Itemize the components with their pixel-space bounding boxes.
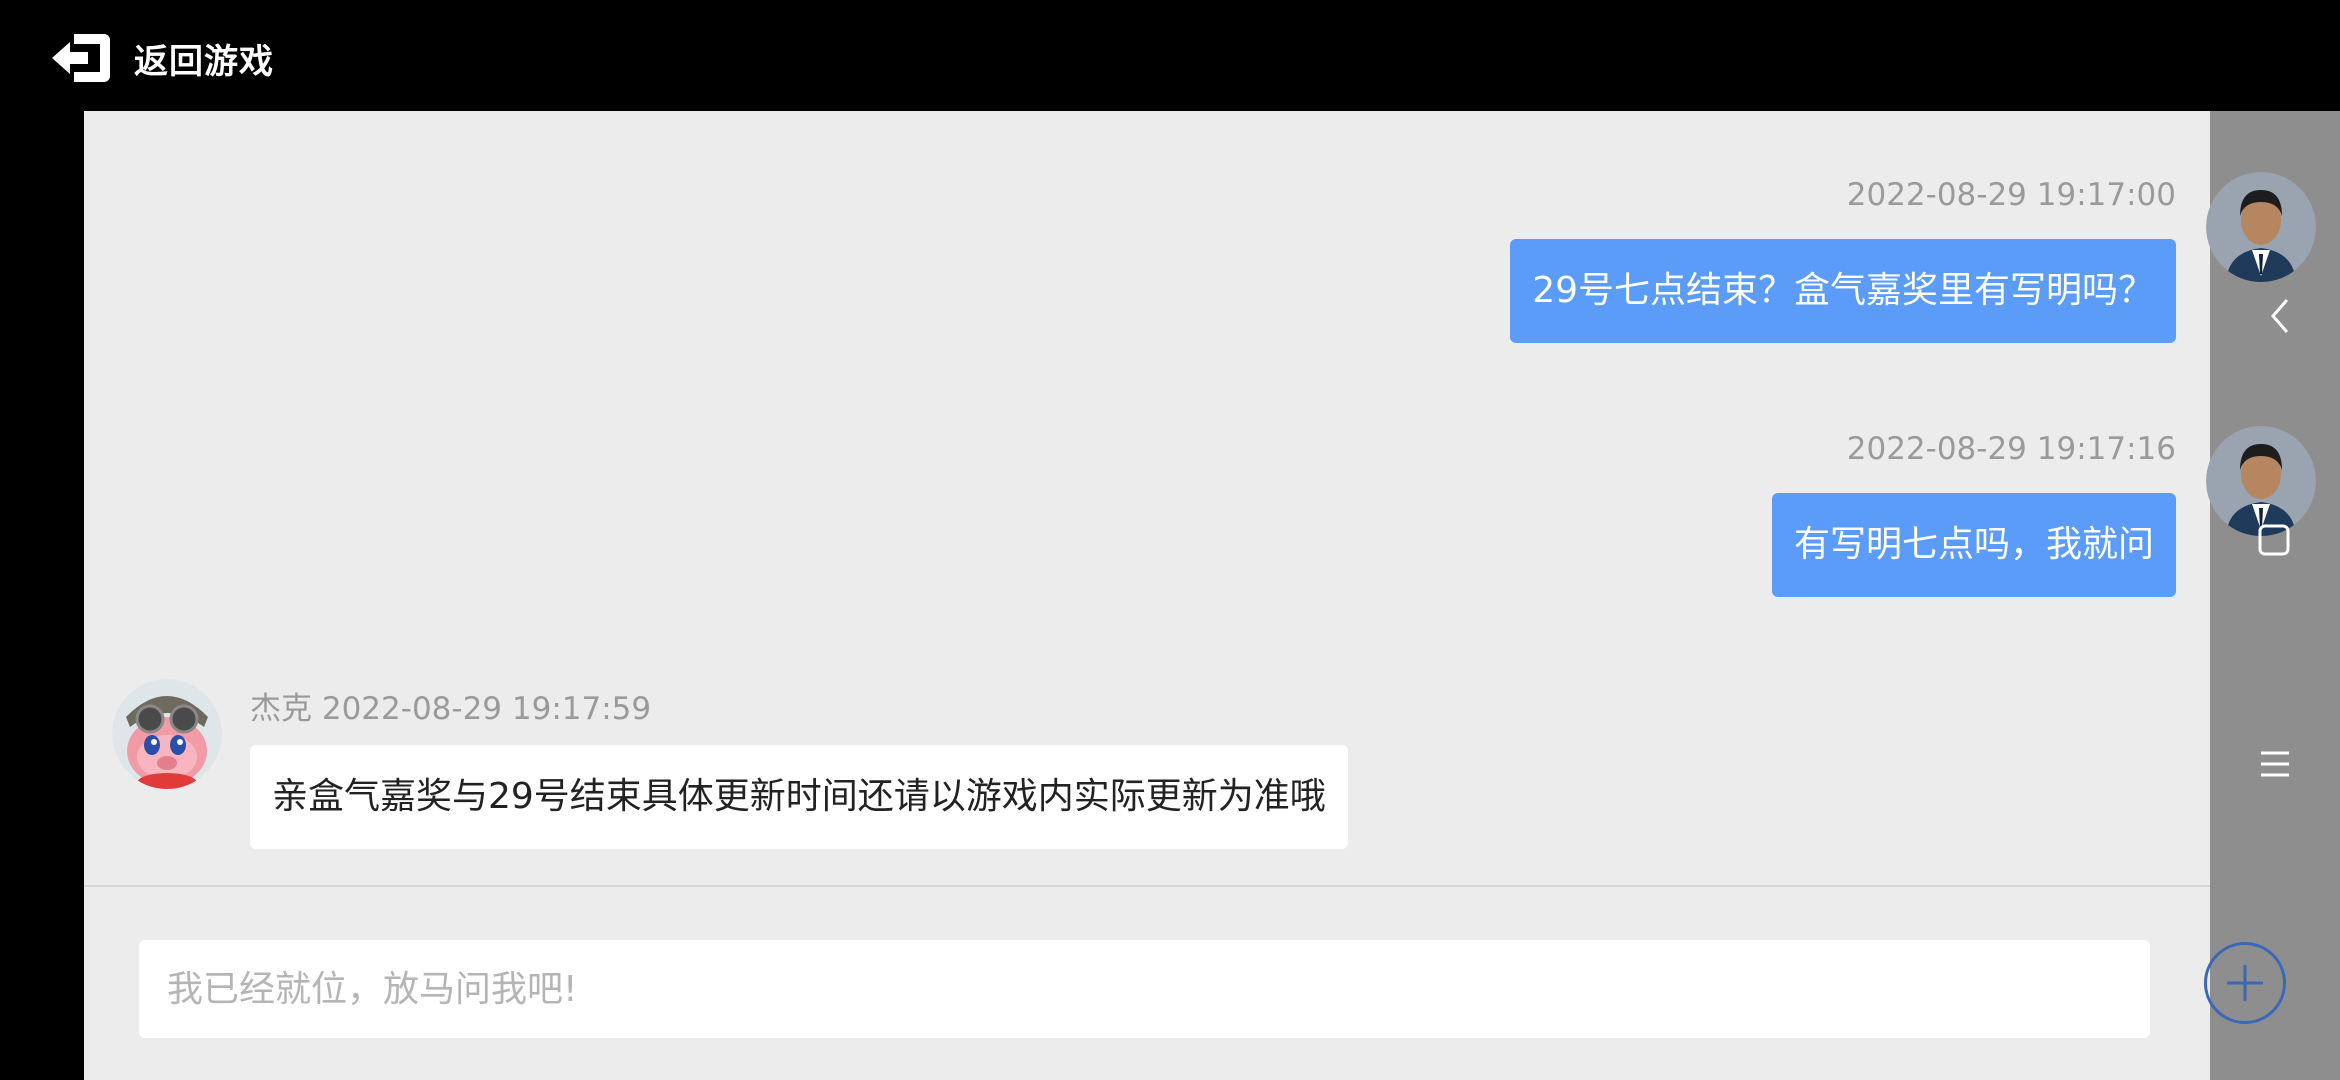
agent-message-bubble[interactable]: 亲盒气嘉奖与29号结束具体更新时间还请以游戏内实际更新为准哦 xyxy=(250,745,1348,849)
my-message-bubble[interactable]: 29号七点结束？盒气嘉奖里有写明吗？ xyxy=(1510,239,2176,343)
nav-menu-button[interactable] xyxy=(2245,734,2305,794)
nav-home-button[interactable] xyxy=(2244,510,2304,570)
my-avatar[interactable] xyxy=(2206,172,2316,282)
square-icon xyxy=(2258,524,2290,556)
message-input[interactable] xyxy=(139,940,2150,1038)
plus-circle-icon xyxy=(2227,965,2263,1001)
hamburger-menu-icon xyxy=(2261,751,2289,777)
agent-name-timestamp: 杰克 2022-08-29 19:17:59 xyxy=(250,683,651,728)
input-bar xyxy=(84,887,2210,1080)
agent-name: 杰克 xyxy=(250,691,312,727)
exit-arrow-icon xyxy=(52,34,110,82)
chevron-left-icon xyxy=(2271,299,2289,333)
message-timestamp: 2022-08-29 19:17:16 xyxy=(1846,431,2176,467)
back-to-game-button[interactable]: 返回游戏 xyxy=(48,28,274,88)
add-attachment-button[interactable] xyxy=(2204,942,2286,1024)
agent-avatar[interactable] xyxy=(112,679,222,789)
nav-back-button[interactable] xyxy=(2250,286,2310,346)
message-timestamp: 2022-08-29 19:17:00 xyxy=(1846,177,2176,213)
message-timestamp: 2022-08-29 19:17:59 xyxy=(321,691,652,727)
my-message-bubble[interactable]: 有写明七点吗，我就问 xyxy=(1771,493,2176,597)
top-bar: 返回游戏 xyxy=(0,0,2340,111)
back-label: 返回游戏 xyxy=(134,41,274,82)
chat-message-list[interactable]: 2022-08-29 19:17:00 29号七点结束？盒气嘉奖里有写明吗？ 2… xyxy=(84,111,2210,885)
